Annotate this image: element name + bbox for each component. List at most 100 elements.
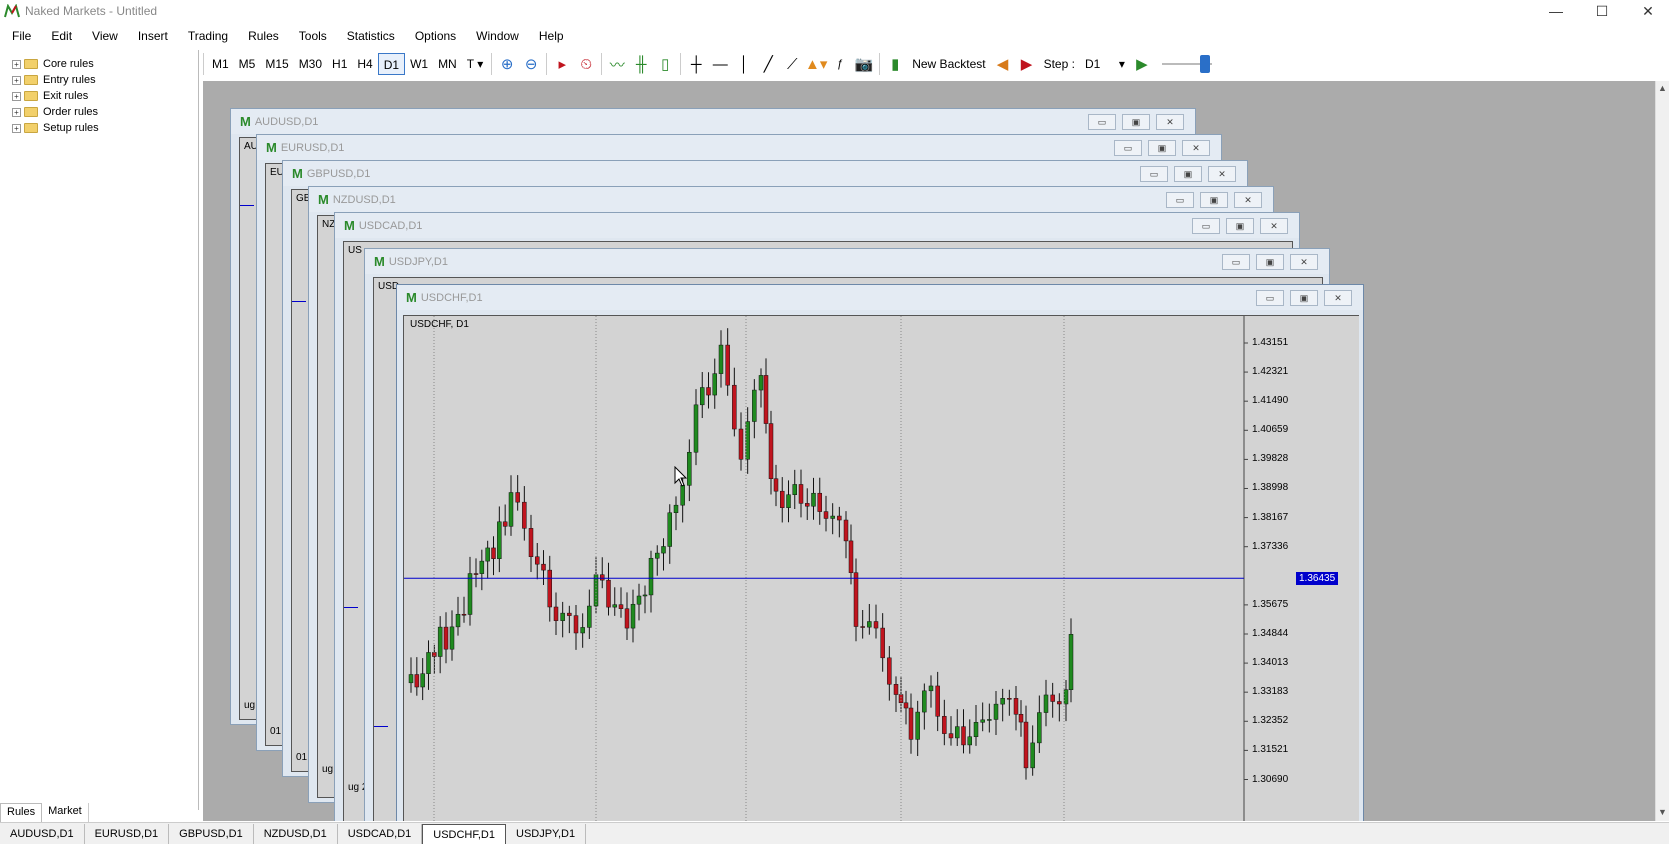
chart-minimize-button[interactable]: ▭ xyxy=(1256,290,1284,306)
menu-insert[interactable]: Insert xyxy=(125,29,175,43)
menu-help[interactable]: Help xyxy=(526,29,571,43)
vertical-line-icon[interactable]: │ xyxy=(732,53,756,75)
expand-icon[interactable]: + xyxy=(12,91,21,101)
candlestick-chart[interactable] xyxy=(404,316,1360,821)
chart-minimize-button[interactable]: ▭ xyxy=(1166,192,1194,208)
close-button[interactable]: ✕ xyxy=(1625,0,1669,22)
maximize-button[interactable]: ☐ xyxy=(1579,0,1625,22)
tree-item-entry-rules[interactable]: + Entry rules xyxy=(12,72,96,88)
play-icon[interactable]: ▶ xyxy=(1130,53,1154,75)
chart-minimize-button[interactable]: ▭ xyxy=(1222,254,1250,270)
candle-chart-icon[interactable]: ▯ xyxy=(653,53,677,75)
tree-item-setup-rules[interactable]: + Setup rules xyxy=(12,120,99,136)
tab-gbpusd[interactable]: GBPUSD,D1 xyxy=(169,823,254,844)
timeframe-d1[interactable]: D1 xyxy=(377,53,406,75)
timeframe-h4[interactable]: H4 xyxy=(352,53,377,75)
expand-icon[interactable]: + xyxy=(12,59,21,69)
chart-close-button[interactable]: ✕ xyxy=(1234,192,1262,208)
speed-slider[interactable] xyxy=(1158,53,1218,75)
chart-area[interactable]: USDCHF, D1 1.43151 1.42321 1.41490 1.40659 1… xyxy=(403,315,1359,821)
menu-view[interactable]: View xyxy=(79,29,125,43)
timeframe-mn[interactable]: MN xyxy=(433,53,462,75)
horizontal-line-icon[interactable]: — xyxy=(708,53,732,75)
timeframe-m1[interactable]: M1 xyxy=(207,53,234,75)
chart-window-caption[interactable]: M NZDUSD,D1 ▭ ▣ ✕ xyxy=(309,187,1273,212)
tab-nzdusd[interactable]: NZDUSD,D1 xyxy=(254,823,338,844)
chart-minimize-button[interactable]: ▭ xyxy=(1114,140,1142,156)
menu-statistics[interactable]: Statistics xyxy=(334,29,402,43)
chart-restore-button[interactable]: ▣ xyxy=(1226,218,1254,234)
trend-line-icon[interactable]: ╱ xyxy=(756,53,780,75)
chart-restore-button[interactable]: ▣ xyxy=(1174,166,1202,182)
chart-window-caption[interactable]: M USDCHF,D1 ▭ ▣ ✕ xyxy=(397,285,1363,310)
menu-file[interactable]: File xyxy=(0,29,38,43)
expand-icon[interactable]: + xyxy=(12,123,21,133)
zoom-in-icon[interactable]: ⊕ xyxy=(495,53,519,75)
menu-window[interactable]: Window xyxy=(463,29,526,43)
timeframe-m30[interactable]: M30 xyxy=(294,53,327,75)
chart-window-caption[interactable]: M USDCAD,D1 ▭ ▣ ✕ xyxy=(335,213,1299,238)
chart-restore-button[interactable]: ▣ xyxy=(1122,114,1150,130)
tree-item-order-rules[interactable]: + Order rules xyxy=(12,104,98,120)
camera-icon[interactable]: 📷 xyxy=(852,53,876,75)
zoom-out-icon[interactable]: ⊖ xyxy=(519,53,543,75)
bar-chart-icon[interactable]: ╫ xyxy=(629,53,653,75)
chart-close-button[interactable]: ✕ xyxy=(1324,290,1352,306)
tree-item-exit-rules[interactable]: + Exit rules xyxy=(12,88,88,104)
new-backtest-button[interactable]: New Backtest xyxy=(907,53,990,75)
menu-options[interactable]: Options xyxy=(402,29,463,43)
fibonacci-icon[interactable]: ƒ xyxy=(828,53,852,75)
chart-minimize-button[interactable]: ▭ xyxy=(1140,166,1168,182)
chart-window-usdchf[interactable]: M USDCHF,D1 ▭ ▣ ✕ USDCHF, D1 1.43151 1.42321… xyxy=(396,284,1364,821)
tab-rules[interactable]: Rules xyxy=(0,803,43,822)
tab-market[interactable]: Market xyxy=(42,803,89,822)
timeframe-h1[interactable]: H1 xyxy=(327,53,352,75)
expand-icon[interactable]: + xyxy=(12,107,21,117)
tab-eurusd[interactable]: EURUSD,D1 xyxy=(85,823,170,844)
new-backtest-icon[interactable]: ▮ xyxy=(883,53,907,75)
timeframe-w1[interactable]: W1 xyxy=(405,53,433,75)
timeframe-tick-dropdown[interactable]: T ▾ xyxy=(462,53,488,75)
tab-usdchf[interactable]: USDCHF,D1 xyxy=(422,823,506,844)
tab-audusd[interactable]: AUDUSD,D1 xyxy=(0,823,85,844)
line-chart-icon[interactable]: 〰 xyxy=(605,53,629,75)
chart-minimize-button[interactable]: ▭ xyxy=(1192,218,1220,234)
expand-icon[interactable]: + xyxy=(12,75,21,85)
step-forward-icon[interactable]: ▶ xyxy=(1015,53,1039,75)
chart-window-caption[interactable]: M EURUSD,D1 ▭ ▣ ✕ xyxy=(257,135,1221,160)
shapes-dropdown-icon[interactable]: ▲▾ xyxy=(804,53,828,75)
scroll-up-icon[interactable]: ▲ xyxy=(1658,83,1667,93)
auto-scroll-icon[interactable]: ⏲ xyxy=(574,53,598,75)
step-back-icon[interactable]: ◀ xyxy=(991,53,1015,75)
chart-close-button[interactable]: ✕ xyxy=(1290,254,1318,270)
step-select[interactable]: D1 ▾ xyxy=(1080,53,1130,75)
chart-close-button[interactable]: ✕ xyxy=(1260,218,1288,234)
tab-usdcad[interactable]: USDCAD,D1 xyxy=(338,823,423,844)
menu-trading[interactable]: Trading xyxy=(175,29,235,43)
chart-close-button[interactable]: ✕ xyxy=(1182,140,1210,156)
minimize-button[interactable]: — xyxy=(1533,0,1579,22)
chart-shift-icon[interactable]: ▸ xyxy=(550,53,574,75)
vertical-scrollbar[interactable]: ▲ ▼ xyxy=(1655,81,1669,821)
crosshair-icon[interactable]: ┼ xyxy=(684,53,708,75)
chart-window-caption[interactable]: M USDJPY,D1 ▭ ▣ ✕ xyxy=(365,249,1329,274)
scroll-down-icon[interactable]: ▼ xyxy=(1658,807,1667,817)
chart-close-button[interactable]: ✕ xyxy=(1208,166,1236,182)
chart-window-caption[interactable]: M GBPUSD,D1 ▭ ▣ ✕ xyxy=(283,161,1247,186)
chart-restore-button[interactable]: ▣ xyxy=(1148,140,1176,156)
timeframe-m15[interactable]: M15 xyxy=(260,53,293,75)
slider-thumb[interactable] xyxy=(1199,55,1210,73)
tree-item-core-rules[interactable]: + Core rules xyxy=(12,56,94,72)
ray-line-icon[interactable]: ⟋ xyxy=(780,53,804,75)
timeframe-m5[interactable]: M5 xyxy=(234,53,261,75)
tab-usdjpy[interactable]: USDJPY,D1 xyxy=(506,823,587,844)
chart-window-caption[interactable]: M AUDUSD,D1 ▭ ▣ ✕ xyxy=(231,109,1195,134)
menu-rules[interactable]: Rules xyxy=(235,29,286,43)
chart-restore-button[interactable]: ▣ xyxy=(1290,290,1318,306)
chart-restore-button[interactable]: ▣ xyxy=(1200,192,1228,208)
menu-edit[interactable]: Edit xyxy=(38,29,79,43)
chart-close-button[interactable]: ✕ xyxy=(1156,114,1184,130)
chart-restore-button[interactable]: ▣ xyxy=(1256,254,1284,270)
chart-minimize-button[interactable]: ▭ xyxy=(1088,114,1116,130)
menu-tools[interactable]: Tools xyxy=(286,29,334,43)
